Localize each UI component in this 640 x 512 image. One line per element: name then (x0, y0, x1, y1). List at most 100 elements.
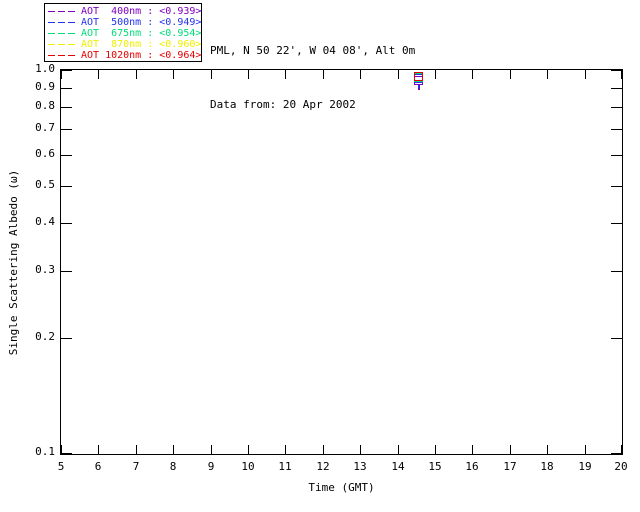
x-tick-top (472, 70, 473, 79)
y-tick-label: 0.9 (26, 81, 55, 93)
x-tick-bottom (547, 445, 548, 454)
y-tick-right (611, 88, 622, 89)
x-tick-label: 17 (495, 461, 525, 473)
legend-entry-label: AOT 870nm : <0.960> (81, 39, 201, 50)
x-tick-label: 14 (383, 461, 413, 473)
x-tick-top (98, 70, 99, 79)
plot-frame (60, 69, 623, 455)
legend-line-sample (48, 22, 76, 23)
x-tick-bottom (248, 445, 249, 454)
x-tick-bottom (360, 445, 361, 454)
y-tick-right (611, 186, 622, 187)
y-tick-label: 0.8 (26, 100, 55, 112)
x-tick-top (510, 70, 511, 79)
x-tick-top (136, 70, 137, 79)
y-tick-left (61, 271, 72, 272)
legend-line-sample (48, 44, 76, 45)
x-tick-label: 8 (158, 461, 188, 473)
x-tick-bottom (398, 445, 399, 454)
legend-entry-label: AOT 500nm : <0.949> (81, 17, 201, 28)
site-location-text: PML, N 50 22', W 04 08', Alt 0m (210, 42, 415, 60)
y-tick-right (611, 453, 622, 454)
x-tick-label: 5 (46, 461, 76, 473)
x-tick-top (285, 70, 286, 79)
x-tick-top (211, 70, 212, 79)
legend-row: AOT 500nm : <0.949> (45, 17, 201, 28)
legend-row: AOT 675nm : <0.954> (45, 28, 201, 39)
y-tick-right (611, 223, 622, 224)
x-tick-label: 13 (345, 461, 375, 473)
y-tick-left (61, 186, 72, 187)
x-tick-top (398, 70, 399, 79)
y-tick-label: 0.2 (26, 331, 55, 343)
y-tick-left (61, 88, 72, 89)
y-tick-right (611, 155, 622, 156)
x-tick-bottom (323, 445, 324, 454)
marker-stem-tip (418, 88, 420, 90)
y-tick-right (611, 129, 622, 130)
x-tick-top (323, 70, 324, 79)
x-tick-bottom (285, 445, 286, 454)
y-tick-label: 0.6 (26, 148, 55, 160)
x-tick-label: 11 (270, 461, 300, 473)
x-tick-bottom (173, 445, 174, 454)
y-tick-left (61, 338, 72, 339)
x-tick-bottom (510, 445, 511, 454)
y-tick-left (61, 70, 72, 71)
y-tick-left (61, 223, 72, 224)
x-tick-label: 20 (606, 461, 636, 473)
legend-box: AOT 400nm : <0.939>AOT 500nm : <0.949>AO… (44, 3, 202, 62)
y-tick-left (61, 107, 72, 108)
x-tick-bottom (211, 445, 212, 454)
x-tick-top (248, 70, 249, 79)
y-tick-label: 1.0 (26, 63, 55, 75)
x-tick-top (360, 70, 361, 79)
y-tick-label: 0.4 (26, 216, 55, 228)
x-tick-label: 16 (457, 461, 487, 473)
x-tick-top (435, 70, 436, 79)
legend-row: AOT 400nm : <0.939> (45, 6, 201, 17)
legend-line-sample (48, 55, 76, 56)
x-tick-top (547, 70, 548, 79)
x-tick-label: 19 (570, 461, 600, 473)
y-tick-right (611, 338, 622, 339)
y-tick-right (611, 107, 622, 108)
x-tick-bottom (585, 445, 586, 454)
x-tick-top (621, 70, 622, 79)
legend-entry-label: AOT 400nm : <0.939> (81, 6, 201, 17)
x-tick-label: 15 (420, 461, 450, 473)
x-tick-label: 7 (121, 461, 151, 473)
x-tick-bottom (98, 445, 99, 454)
x-tick-label: 18 (532, 461, 562, 473)
legend-row: AOT 1020nm : <0.964> (45, 50, 201, 61)
legend-rows: AOT 400nm : <0.939>AOT 500nm : <0.949>AO… (45, 6, 201, 61)
x-axis-title: Time (GMT) (60, 482, 623, 494)
y-axis-title-wrap: Single Scattering Albedo (ω) (0, 69, 28, 455)
y-tick-label: 0.7 (26, 122, 55, 134)
legend-entry-label: AOT 1020nm : <0.964> (81, 50, 201, 61)
legend-row: AOT 870nm : <0.960> (45, 39, 201, 50)
x-tick-top (585, 70, 586, 79)
legend-entry-label: AOT 675nm : <0.954> (81, 28, 201, 39)
legend-line-sample (48, 11, 76, 12)
x-tick-label: 12 (308, 461, 338, 473)
y-tick-label: 0.1 (26, 446, 55, 458)
marker-aot-1020nm (414, 72, 423, 81)
x-tick-label: 10 (233, 461, 263, 473)
ssa-time-series-plot: AOT 400nm : <0.939>AOT 500nm : <0.949>AO… (0, 0, 640, 512)
x-tick-top (61, 70, 62, 79)
x-tick-bottom (472, 445, 473, 454)
y-tick-left (61, 155, 72, 156)
y-tick-right (611, 70, 622, 71)
y-axis-title: Single Scattering Albedo (ω) (8, 169, 21, 354)
y-tick-left (61, 129, 72, 130)
x-tick-bottom (435, 445, 436, 454)
y-tick-left (61, 453, 72, 454)
y-tick-label: 0.3 (26, 264, 55, 276)
y-tick-label: 0.5 (26, 179, 55, 191)
legend-line-sample (48, 33, 76, 34)
x-tick-bottom (136, 445, 137, 454)
x-tick-top (173, 70, 174, 79)
x-tick-label: 9 (196, 461, 226, 473)
y-tick-right (611, 271, 622, 272)
